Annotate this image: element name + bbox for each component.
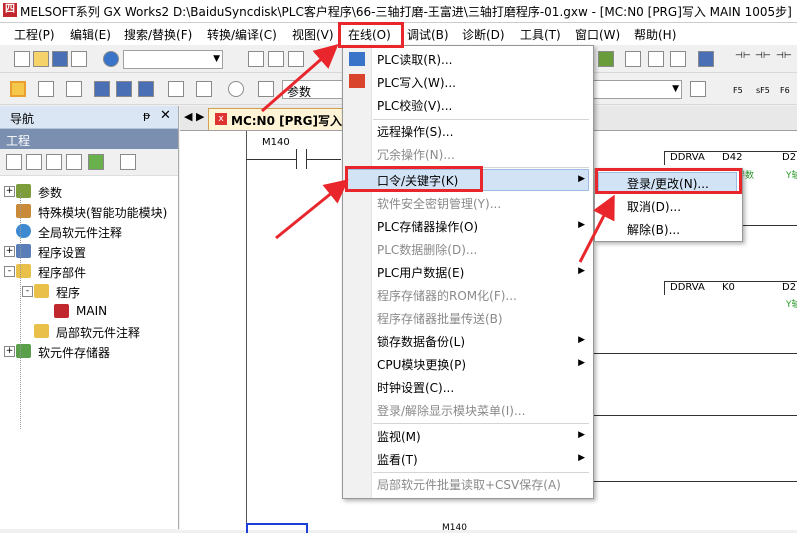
annotation-arrows bbox=[261, 44, 615, 263]
arrow-icon bbox=[275, 179, 349, 240]
arrow-icon bbox=[578, 194, 615, 263]
arrow-icon bbox=[261, 44, 339, 113]
